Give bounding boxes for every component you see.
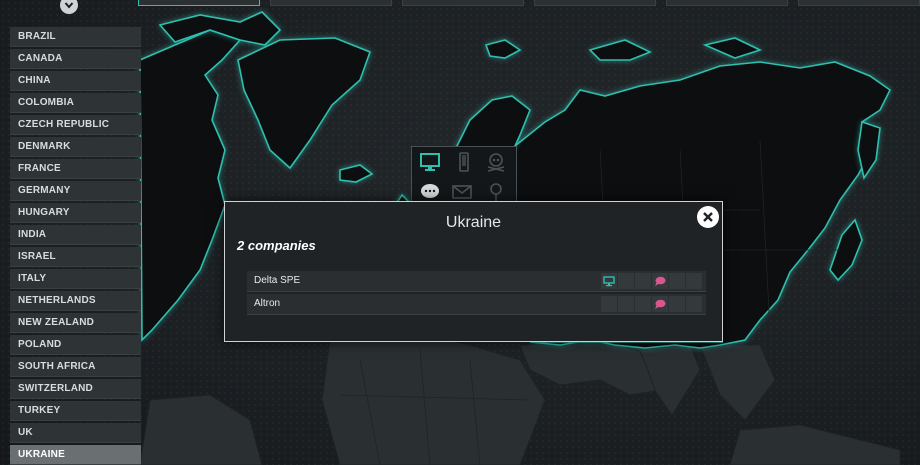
top-tab-strip — [138, 0, 920, 6]
map-iceland — [339, 164, 374, 183]
category-cells — [601, 296, 702, 312]
cell-empty — [618, 296, 634, 312]
country-item-hungary[interactable]: HUNGARY — [10, 203, 141, 223]
cell-empty — [686, 296, 702, 312]
skull-icon[interactable] — [484, 151, 508, 173]
cell-empty — [686, 273, 702, 289]
monitor-icon — [603, 275, 615, 286]
close-icon — [703, 212, 713, 222]
company-count: 2 companies — [237, 238, 316, 253]
country-sidebar: BRAZIL CANADA CHINA COLOMBIA CZECH REPUB… — [10, 0, 141, 465]
country-item-south-africa[interactable]: SOUTH AFRICA — [10, 357, 141, 377]
top-tab[interactable] — [402, 0, 524, 6]
country-list: BRAZIL CANADA CHINA COLOMBIA CZECH REPUB… — [10, 27, 141, 465]
collapse-button[interactable] — [60, 0, 78, 14]
map-indonesia — [729, 424, 901, 465]
table-row[interactable]: Altron — [247, 294, 706, 315]
country-item-colombia[interactable]: COLOMBIA — [10, 93, 141, 113]
chat-icon — [655, 276, 666, 286]
cell-chat — [652, 296, 668, 312]
country-item-germany[interactable]: GERMANY — [10, 181, 141, 201]
chevron-down-icon — [64, 2, 74, 9]
pin-icon[interactable] — [484, 181, 508, 203]
cell-empty — [618, 273, 634, 289]
country-item-netherlands[interactable]: NETHERLANDS — [10, 291, 141, 311]
country-item-india[interactable]: INDIA — [10, 225, 141, 245]
chat-icon — [655, 299, 666, 309]
chat-icon[interactable] — [418, 181, 442, 203]
popup-title: Ukraine — [445, 214, 502, 231]
cell-empty — [669, 273, 685, 289]
category-icon-box — [411, 146, 517, 208]
map-southeast-asia — [699, 344, 776, 421]
country-item-switzerland[interactable]: SWITZERLAND — [10, 379, 141, 399]
cell-empty — [669, 296, 685, 312]
country-item-turkey[interactable]: TURKEY — [10, 401, 141, 421]
country-item-china[interactable]: CHINA — [10, 71, 141, 91]
monitor-icon[interactable] — [418, 151, 442, 173]
cell-empty — [601, 296, 617, 312]
map-stage: BRAZIL CANADA CHINA COLOMBIA CZECH REPUB… — [0, 0, 920, 465]
country-item-brazil[interactable]: BRAZIL — [10, 27, 141, 47]
map-middle-east — [519, 339, 661, 396]
top-tab[interactable] — [798, 0, 920, 6]
map-greenland — [237, 37, 372, 170]
map-africa — [321, 334, 546, 465]
country-item-israel[interactable]: ISRAEL — [10, 247, 141, 267]
cell-empty — [635, 296, 651, 312]
country-item-czech-republic[interactable]: CZECH REPUBLIC — [10, 115, 141, 135]
country-item-denmark[interactable]: DENMARK — [10, 137, 141, 157]
company-table: Delta SPE Altron — [247, 271, 706, 317]
map-south-america — [139, 394, 263, 465]
country-item-new-zealand[interactable]: NEW ZEALAND — [10, 313, 141, 333]
country-popup: Ukraine 2 companies Delta SPE Altron — [224, 201, 723, 342]
close-button[interactable] — [697, 206, 719, 228]
mail-icon[interactable] — [450, 181, 474, 203]
top-tab[interactable] — [270, 0, 392, 6]
category-cells — [601, 273, 702, 289]
map-arctic-island-2 — [588, 39, 652, 61]
cell-empty — [635, 273, 651, 289]
top-tab[interactable] — [534, 0, 656, 6]
country-item-canada[interactable]: CANADA — [10, 49, 141, 69]
country-item-poland[interactable]: POLAND — [10, 335, 141, 355]
country-item-france[interactable]: FRANCE — [10, 159, 141, 179]
map-svalbard — [484, 39, 522, 59]
country-item-ukraine[interactable]: UKRAINE — [10, 445, 141, 465]
cell-chat — [652, 273, 668, 289]
cell-monitor — [601, 273, 617, 289]
company-name: Delta SPE — [254, 275, 301, 286]
top-tab[interactable] — [138, 0, 260, 6]
country-item-uk[interactable]: UK — [10, 423, 141, 443]
company-name: Altron — [254, 298, 281, 309]
country-item-italy[interactable]: ITALY — [10, 269, 141, 289]
phone-icon[interactable] — [452, 151, 476, 173]
map-arctic-island-3 — [702, 37, 763, 59]
top-tab[interactable] — [666, 0, 788, 6]
table-row[interactable]: Delta SPE — [247, 271, 706, 292]
